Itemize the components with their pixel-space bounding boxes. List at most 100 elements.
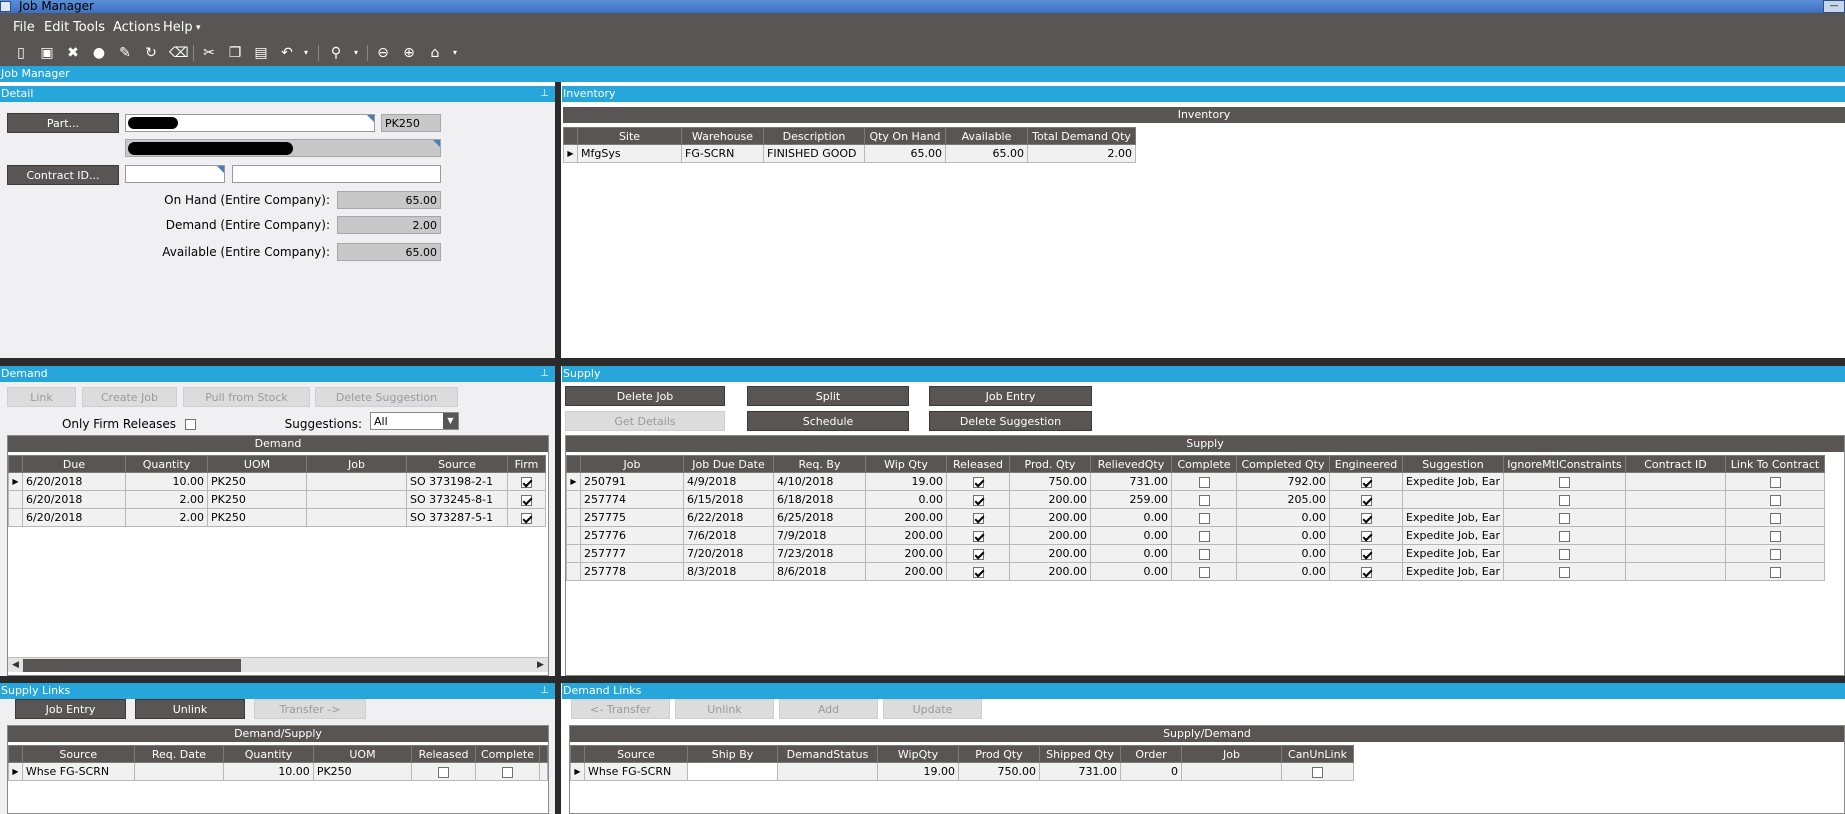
column-header[interactable]: Job bbox=[306, 455, 407, 473]
home-dropdown-icon[interactable]: ▾ bbox=[447, 45, 463, 61]
ignore-mtl-constraints-checkbox[interactable] bbox=[1559, 548, 1570, 560]
search-dropdown-icon[interactable]: ▾ bbox=[348, 45, 364, 61]
menu-tools[interactable]: Tools bbox=[73, 20, 105, 35]
paste-icon[interactable]: ▤ bbox=[253, 45, 269, 61]
contract-id-field[interactable] bbox=[125, 165, 225, 183]
ship-by-field[interactable] bbox=[687, 762, 778, 781]
released-checkbox[interactable] bbox=[972, 548, 984, 560]
column-header[interactable]: UOM bbox=[312, 745, 413, 763]
column-header[interactable]: Source bbox=[584, 745, 688, 763]
pin-icon[interactable]: ⊥ bbox=[540, 86, 549, 102]
column-header[interactable]: CanUnLink bbox=[1281, 745, 1354, 763]
complete-checkbox[interactable] bbox=[1198, 512, 1210, 524]
engineered-checkbox[interactable] bbox=[1360, 494, 1372, 506]
save-icon[interactable]: ▣ bbox=[39, 45, 55, 61]
table-row[interactable]: ▶ MfgSys FG-SCRN FINISHED GOOD 65.00 65.… bbox=[563, 144, 1136, 163]
part-button[interactable]: Part... bbox=[7, 113, 119, 133]
complete-checkbox[interactable] bbox=[501, 766, 513, 778]
column-header[interactable]: Released bbox=[411, 745, 477, 763]
job-entry-button[interactable]: Job Entry bbox=[929, 386, 1092, 406]
back-icon[interactable]: ⊖ bbox=[375, 45, 391, 61]
update-button[interactable]: Update bbox=[883, 699, 982, 719]
horizontal-splitter[interactable] bbox=[0, 358, 1845, 366]
new-icon[interactable]: ▯ bbox=[13, 45, 29, 61]
row-selector-icon[interactable]: ▶ bbox=[566, 472, 581, 491]
column-header[interactable] bbox=[570, 745, 585, 763]
pin-icon[interactable]: ⊥ bbox=[540, 366, 549, 382]
column-header[interactable]: Req. Date bbox=[133, 745, 225, 763]
column-header[interactable] bbox=[538, 745, 549, 763]
released-checkbox[interactable] bbox=[972, 494, 984, 506]
menu-file[interactable]: File bbox=[13, 20, 35, 35]
engineered-checkbox[interactable] bbox=[1360, 548, 1372, 560]
column-header[interactable]: Prod. Qty bbox=[1009, 455, 1091, 473]
link-to-contract-checkbox[interactable] bbox=[1769, 548, 1781, 560]
table-row[interactable]: 6/20/2018 2.00 PK250 SO 373287-5-1 bbox=[8, 508, 546, 527]
engineered-checkbox[interactable] bbox=[1360, 566, 1372, 578]
complete-checkbox[interactable] bbox=[1198, 548, 1210, 560]
delete-icon[interactable]: ✖ bbox=[65, 45, 81, 61]
column-header[interactable]: Wip Qty bbox=[865, 455, 947, 473]
column-header[interactable]: Due bbox=[22, 455, 126, 473]
split-button[interactable]: Split bbox=[747, 386, 909, 406]
column-header[interactable]: DemandStatus bbox=[777, 745, 878, 763]
column-header[interactable]: Source bbox=[406, 455, 508, 473]
comment-icon[interactable]: ● bbox=[91, 45, 107, 61]
table-row[interactable]: 257775 6/22/2018 6/25/2018 200.00 200.00… bbox=[566, 508, 1825, 527]
column-header[interactable]: IgnoreMtlConstraints bbox=[1503, 455, 1626, 473]
clear-icon[interactable]: ⌫ bbox=[169, 45, 189, 61]
column-header[interactable]: Total Demand Qty bbox=[1027, 127, 1136, 145]
delete-suggestion-button[interactable]: Delete Suggestion bbox=[929, 411, 1092, 431]
table-row[interactable]: ▶ 250791 4/9/2018 4/10/2018 19.00 750.00… bbox=[566, 472, 1825, 491]
table-row[interactable]: ▶ Whse FG-SCRN 10.00 PK250 bbox=[8, 762, 549, 781]
column-header[interactable] bbox=[8, 455, 23, 473]
ignore-mtl-constraints-checkbox[interactable] bbox=[1559, 530, 1570, 542]
column-header[interactable]: Source bbox=[21, 745, 135, 763]
column-header[interactable]: Completed Qty bbox=[1236, 455, 1330, 473]
column-header[interactable]: Engineered bbox=[1329, 455, 1403, 473]
column-header[interactable] bbox=[8, 745, 23, 763]
firm-checkbox[interactable] bbox=[521, 494, 532, 506]
column-header[interactable]: Available bbox=[945, 127, 1028, 145]
unlink-button[interactable]: Unlink bbox=[135, 699, 245, 719]
link-to-contract-checkbox[interactable] bbox=[1769, 494, 1781, 506]
complete-checkbox[interactable] bbox=[1198, 476, 1210, 488]
column-header[interactable]: Firm bbox=[507, 455, 546, 473]
ignore-mtl-constraints-checkbox[interactable] bbox=[1559, 494, 1570, 506]
column-header[interactable]: Job bbox=[1181, 745, 1282, 763]
column-header[interactable]: RelievedQty bbox=[1090, 455, 1172, 473]
column-header[interactable]: Req. By bbox=[773, 455, 866, 473]
column-header[interactable]: Released bbox=[946, 455, 1010, 473]
ignore-mtl-constraints-checkbox[interactable] bbox=[1559, 512, 1570, 524]
minimize-icon[interactable]: — bbox=[1823, 0, 1845, 13]
column-header[interactable]: Site bbox=[577, 127, 682, 145]
row-selector-icon[interactable]: ▶ bbox=[563, 144, 578, 163]
row-selector-icon[interactable]: ▶ bbox=[8, 472, 23, 491]
pull-from-stock-button[interactable]: Pull from Stock bbox=[183, 387, 310, 407]
link-to-contract-checkbox[interactable] bbox=[1769, 530, 1781, 542]
horizontal-splitter[interactable] bbox=[0, 676, 1845, 683]
only-firm-releases-checkbox[interactable] bbox=[185, 419, 196, 430]
column-header[interactable]: Prod Qty bbox=[958, 745, 1040, 763]
link-to-contract-checkbox[interactable] bbox=[1769, 476, 1781, 488]
column-header[interactable]: Quantity bbox=[223, 745, 314, 763]
column-header[interactable]: Description bbox=[763, 127, 865, 145]
engineered-checkbox[interactable] bbox=[1360, 512, 1372, 524]
undo-dropdown-icon[interactable]: ▾ bbox=[298, 45, 314, 61]
menu-actions[interactable]: Actions bbox=[113, 20, 161, 35]
suggestions-select[interactable]: All ▼ bbox=[370, 412, 459, 430]
released-checkbox[interactable] bbox=[972, 530, 984, 542]
column-header[interactable]: Ship By bbox=[687, 745, 778, 763]
complete-checkbox[interactable] bbox=[1198, 530, 1210, 542]
undo-icon[interactable]: ↶ bbox=[279, 45, 295, 61]
copy-icon[interactable]: ❐ bbox=[227, 45, 243, 61]
table-row[interactable]: ▶ Whse FG-SCRN 19.00 750.00 731.00 0 bbox=[570, 762, 1354, 781]
can-unlink-checkbox[interactable] bbox=[1312, 766, 1323, 778]
transfer-button[interactable]: Transfer -> bbox=[254, 699, 366, 719]
menu-edit[interactable]: Edit bbox=[44, 20, 69, 35]
job-entry-button[interactable]: Job Entry bbox=[15, 699, 126, 719]
scroll-left-icon[interactable]: ◀ bbox=[8, 658, 23, 673]
chevron-down-icon[interactable]: ▼ bbox=[443, 413, 458, 429]
attachment-icon[interactable]: ✎ bbox=[117, 45, 133, 61]
column-header[interactable]: Warehouse bbox=[681, 127, 764, 145]
